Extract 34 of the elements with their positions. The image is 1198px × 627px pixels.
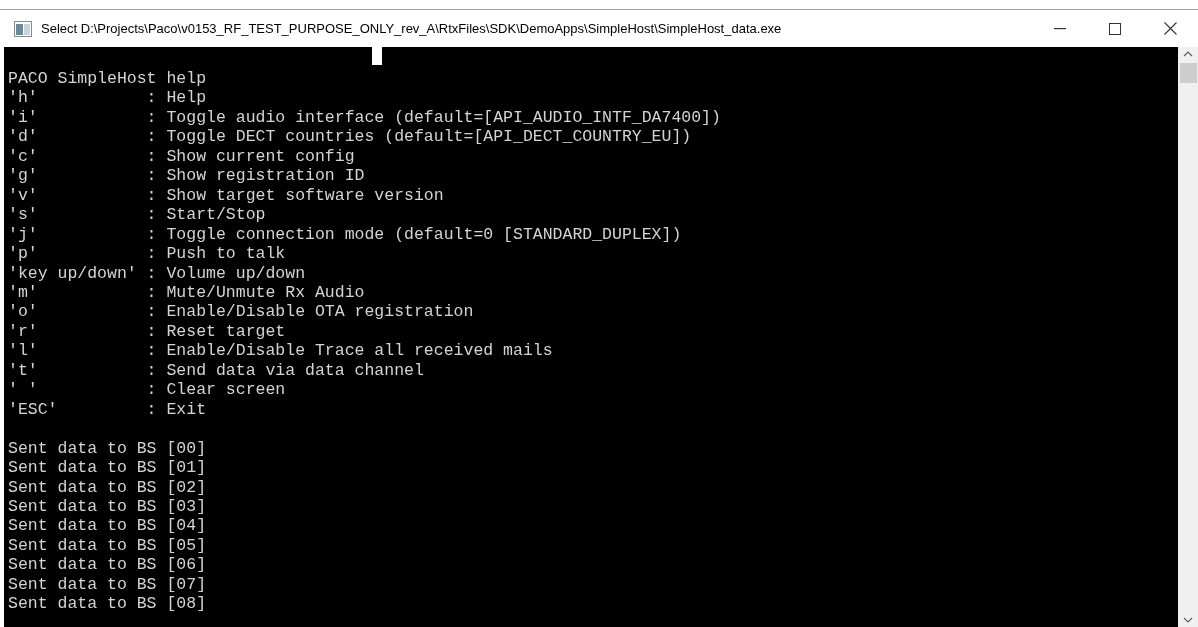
console-line: PACO SimpleHost help [8, 69, 207, 89]
console-line: 'o' : Enable/Disable OTA registration [8, 302, 474, 322]
console-line: Sent data to BS [01] [8, 458, 207, 478]
minimize-icon [1054, 27, 1066, 30]
console-line: Sent data to BS [07] [8, 574, 207, 595]
console-line: 'd' : Toggle DECT countries (default=[API_DECT_COUNTRY_EU]) [8, 127, 692, 147]
console-line: 'v' : Show target software version [8, 185, 444, 206]
console-line: 'h' : Help [8, 88, 207, 108]
console-app-icon [14, 20, 32, 37]
console-line: Sent data to BS [08] [8, 594, 207, 614]
console-line: Sent data to BS [02] [8, 477, 207, 497]
console-line: 'key up/down' : Volume up/down [8, 263, 306, 283]
console-line: Sent data to BS [05] [8, 535, 207, 556]
scrollbar[interactable] [1178, 47, 1198, 627]
console-line: 's' : Start/Stop [8, 205, 266, 225]
console-line: Sent data to BS [03] [8, 496, 207, 517]
console-line: 'p' : Push to talk [8, 244, 286, 264]
console-line: Sent data to BS [04] [8, 516, 207, 536]
console-line: 'j' : Toggle connection mode (default=0 [STANDARD_DUPLEX]) [8, 224, 682, 245]
console-line: ' ' : Clear screen [8, 380, 286, 400]
console-line: 'ESC' : Exit [8, 399, 207, 420]
console-line: 'c' : Show current config [8, 146, 355, 167]
console-line: 'l' : Enable/Disable Trace all received mails [8, 341, 553, 361]
console-line: 'i' : Toggle audio interface (default=[API_AUDIO_INTF_DA7400]) [8, 107, 721, 128]
scrollbar-thumb[interactable] [1179, 63, 1197, 83]
console-line: Sent data to BS [06] [8, 555, 207, 575]
console-line: Sent data to BS [00] [8, 438, 207, 459]
console-line: 't' : Send data via data channel [8, 360, 424, 381]
maximize-icon [1109, 22, 1121, 35]
console-line: 'm' : Mute/Unmute Rx Audio [8, 283, 365, 303]
console-line: 'r' : Reset target [8, 321, 286, 342]
console-line: 'g' : Show registration ID [8, 166, 365, 186]
window-title: Select D:\Projects\Paco\v0153_RF_TEST_PURPOSE_ONLY_rev_A\RtxFiles\SDK\DemoApps\SimpleHost\SimpleHost_data.exe [41, 19, 782, 38]
close-icon [1163, 22, 1177, 35]
